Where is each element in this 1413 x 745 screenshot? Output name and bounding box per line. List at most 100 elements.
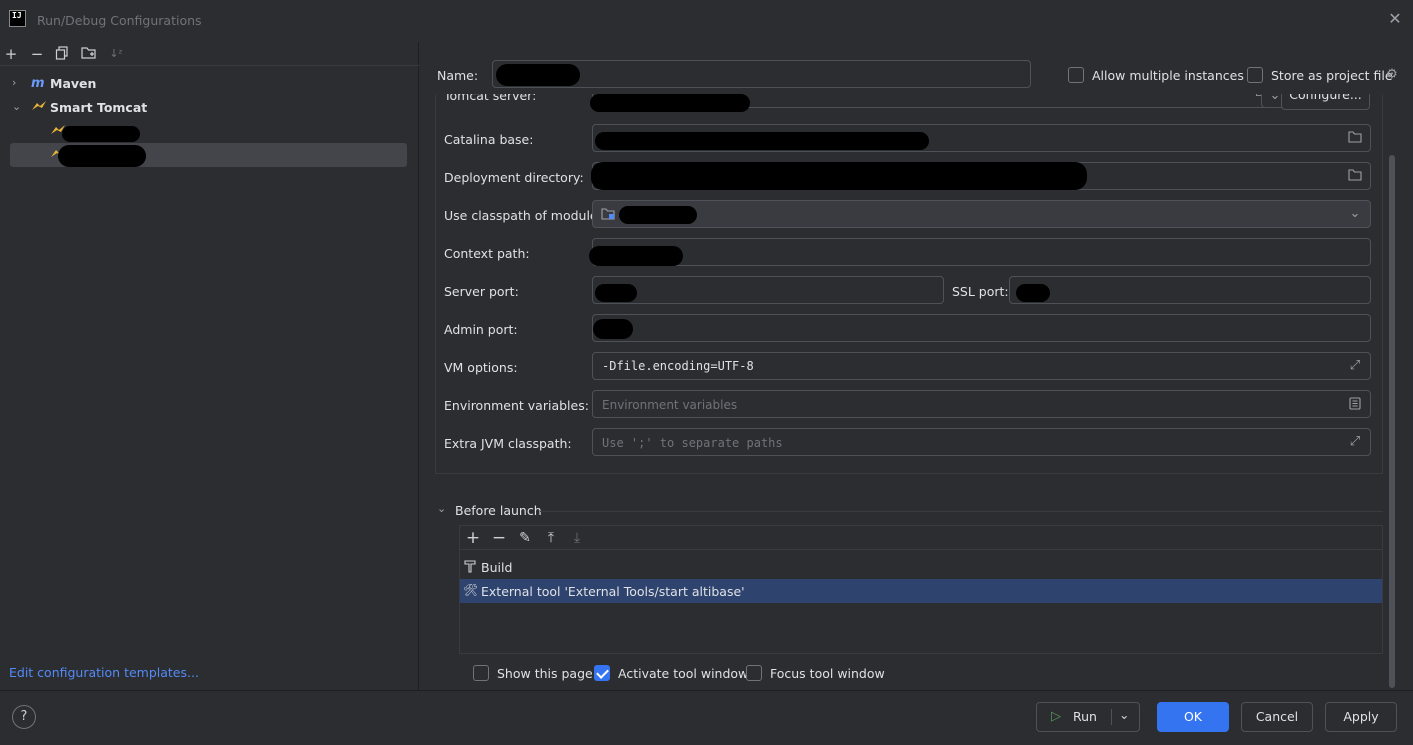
deployment-directory-input[interactable] bbox=[591, 162, 1371, 190]
redacted-value bbox=[619, 206, 697, 224]
tree-item-smart-tomcat[interactable]: ⌄ Smart Tomcat bbox=[0, 96, 419, 120]
redacted-value bbox=[1016, 284, 1050, 302]
deployment-directory-label: Deployment directory: bbox=[444, 170, 584, 185]
store-as-project-file-label: Store as project file bbox=[1271, 68, 1393, 83]
environment-variables-input[interactable]: Environment variables bbox=[592, 390, 1371, 418]
chevron-down-icon[interactable]: ⌄ bbox=[1119, 701, 1129, 729]
module-folder-icon bbox=[601, 207, 617, 224]
move-down-icon[interactable]: ⤓ bbox=[568, 529, 586, 547]
environment-variables-placeholder: Environment variables bbox=[602, 398, 738, 412]
ssl-port-input[interactable] bbox=[1009, 276, 1371, 304]
configurations-tree-panel: + − ↓ᶻ › m Maven ⌄ Smart Tomcat Edit con… bbox=[0, 42, 419, 690]
tree-toolbar: + − ↓ᶻ bbox=[0, 42, 419, 66]
store-as-project-file-checkbox[interactable] bbox=[1247, 67, 1263, 83]
chevron-down-icon[interactable]: ⌄ bbox=[12, 100, 24, 113]
external-tool-icon: 🛠 bbox=[463, 583, 479, 597]
server-port-input[interactable] bbox=[592, 276, 944, 304]
sort-icon[interactable]: ↓ᶻ bbox=[108, 46, 124, 62]
ok-button[interactable]: OK bbox=[1157, 702, 1229, 732]
allow-multiple-instances-label: Allow multiple instances bbox=[1092, 68, 1244, 83]
show-this-page-checkbox[interactable] bbox=[473, 665, 489, 681]
context-path-input[interactable] bbox=[589, 238, 1371, 266]
redacted-value bbox=[593, 319, 633, 339]
add-icon[interactable]: + bbox=[464, 529, 482, 547]
before-launch-item-build[interactable]: Build bbox=[460, 555, 1382, 579]
title-bar: IJ Run/Debug Configurations ✕ bbox=[0, 0, 1413, 42]
before-launch-item-external-tool[interactable]: 🛠 External tool 'External Tools/start al… bbox=[460, 579, 1382, 603]
name-label: Name: bbox=[437, 68, 479, 83]
classpath-module-label: Use classpath of module: bbox=[444, 208, 602, 223]
before-launch-title[interactable]: Before launch bbox=[455, 503, 542, 518]
run-button-label[interactable]: Run bbox=[1073, 703, 1097, 731]
help-button[interactable]: ? bbox=[12, 705, 36, 729]
document-icon[interactable] bbox=[1348, 397, 1362, 411]
vertical-scrollbar[interactable] bbox=[1389, 155, 1395, 688]
allow-multiple-instances-checkbox[interactable] bbox=[1068, 67, 1084, 83]
tree-item-tomcat-config-2[interactable] bbox=[0, 143, 419, 167]
environment-variables-label: Environment variables: bbox=[444, 398, 589, 413]
vm-options-value: -Dfile.encoding=UTF-8 bbox=[602, 359, 754, 373]
redacted-value bbox=[591, 162, 1087, 190]
redacted-name bbox=[58, 145, 146, 167]
close-icon[interactable]: ✕ bbox=[1387, 11, 1403, 27]
vm-options-input[interactable]: -Dfile.encoding=UTF-8 ⤢ bbox=[592, 352, 1371, 380]
gear-icon[interactable]: ⚙ bbox=[1385, 68, 1399, 82]
chevron-right-icon[interactable]: › bbox=[12, 76, 24, 89]
remove-icon[interactable]: − bbox=[29, 46, 45, 62]
focus-tool-window-checkbox[interactable] bbox=[746, 665, 762, 681]
context-path-label: Context path: bbox=[444, 246, 530, 261]
configure-button[interactable]: Configure... bbox=[1281, 94, 1370, 110]
folder-icon[interactable] bbox=[1348, 169, 1362, 183]
activate-tool-window-label: Activate tool window bbox=[618, 666, 749, 681]
window-title: Run/Debug Configurations bbox=[37, 13, 202, 28]
chevron-down-icon[interactable]: ⌄ bbox=[437, 502, 446, 515]
tomcat-server-row: Tomcat server: ▭ ⌄ Configure... bbox=[435, 94, 1395, 116]
tree-item-tomcat-config-1[interactable] bbox=[0, 120, 419, 144]
chevron-down-icon[interactable]: ⌄ bbox=[1268, 94, 1282, 103]
edit-pencil-icon[interactable]: ✎ bbox=[516, 529, 534, 547]
cancel-button[interactable]: Cancel bbox=[1241, 702, 1313, 732]
show-this-page-label: Show this page bbox=[497, 666, 593, 681]
apply-button[interactable]: Apply bbox=[1325, 702, 1397, 732]
before-launch-item-label: External tool 'External Tools/start alti… bbox=[481, 584, 745, 599]
expand-icon[interactable]: ⤢ bbox=[1348, 359, 1362, 373]
new-folder-icon[interactable] bbox=[81, 46, 97, 62]
redacted-value bbox=[595, 284, 637, 302]
add-icon[interactable]: + bbox=[3, 46, 19, 62]
activate-tool-window-checkbox[interactable] bbox=[594, 665, 610, 681]
maven-icon: m bbox=[31, 76, 45, 91]
vm-options-label: VM options: bbox=[444, 360, 518, 375]
catalina-base-input[interactable] bbox=[592, 124, 1371, 152]
redacted-value bbox=[589, 246, 683, 266]
configuration-editor: Name: Allow multiple instances Store as … bbox=[420, 42, 1413, 690]
classpath-module-select[interactable]: ⌄ bbox=[592, 200, 1371, 228]
run-split-button[interactable]: ▷ Run ⌄ bbox=[1036, 702, 1140, 732]
extra-jvm-classpath-placeholder: Use ';' to separate paths bbox=[602, 436, 783, 450]
expand-icon[interactable]: ⤢ bbox=[1348, 435, 1362, 449]
name-input[interactable] bbox=[492, 60, 1031, 88]
move-up-icon[interactable]: ⤒ bbox=[542, 529, 560, 547]
redacted-value bbox=[595, 132, 929, 150]
before-launch-panel: + − ✎ ⤒ ⤓ Build 🛠 External tool 'Externa… bbox=[459, 525, 1383, 654]
tomcat-server-label: Tomcat server: bbox=[444, 94, 537, 103]
before-launch-toolbar: + − ✎ ⤒ ⤓ bbox=[460, 526, 1382, 550]
catalina-base-label: Catalina base: bbox=[444, 132, 534, 147]
tree-item-maven[interactable]: › m Maven bbox=[0, 72, 419, 96]
chevron-down-icon[interactable]: ⌄ bbox=[1348, 207, 1362, 221]
intellij-app-icon: IJ bbox=[9, 10, 26, 27]
before-launch-separator bbox=[540, 511, 1383, 512]
admin-port-input[interactable] bbox=[592, 314, 1371, 342]
play-icon: ▷ bbox=[1051, 709, 1061, 724]
edit-configuration-templates-link[interactable]: Edit configuration templates... bbox=[9, 665, 199, 680]
before-launch-item-label: Build bbox=[481, 560, 513, 575]
dialog-footer: ? ▷ Run ⌄ OK Cancel Apply bbox=[0, 690, 1413, 745]
copy-icon[interactable] bbox=[54, 46, 70, 62]
focus-tool-window-label: Focus tool window bbox=[770, 666, 885, 681]
remove-icon[interactable]: − bbox=[490, 529, 508, 547]
ssl-port-label: SSL port: bbox=[952, 284, 1009, 299]
redacted-value bbox=[590, 94, 750, 112]
tree-item-label: Maven bbox=[50, 76, 97, 91]
split-divider bbox=[1111, 709, 1112, 725]
extra-jvm-classpath-input[interactable]: Use ';' to separate paths ⤢ bbox=[592, 428, 1371, 456]
folder-icon[interactable] bbox=[1348, 131, 1362, 145]
